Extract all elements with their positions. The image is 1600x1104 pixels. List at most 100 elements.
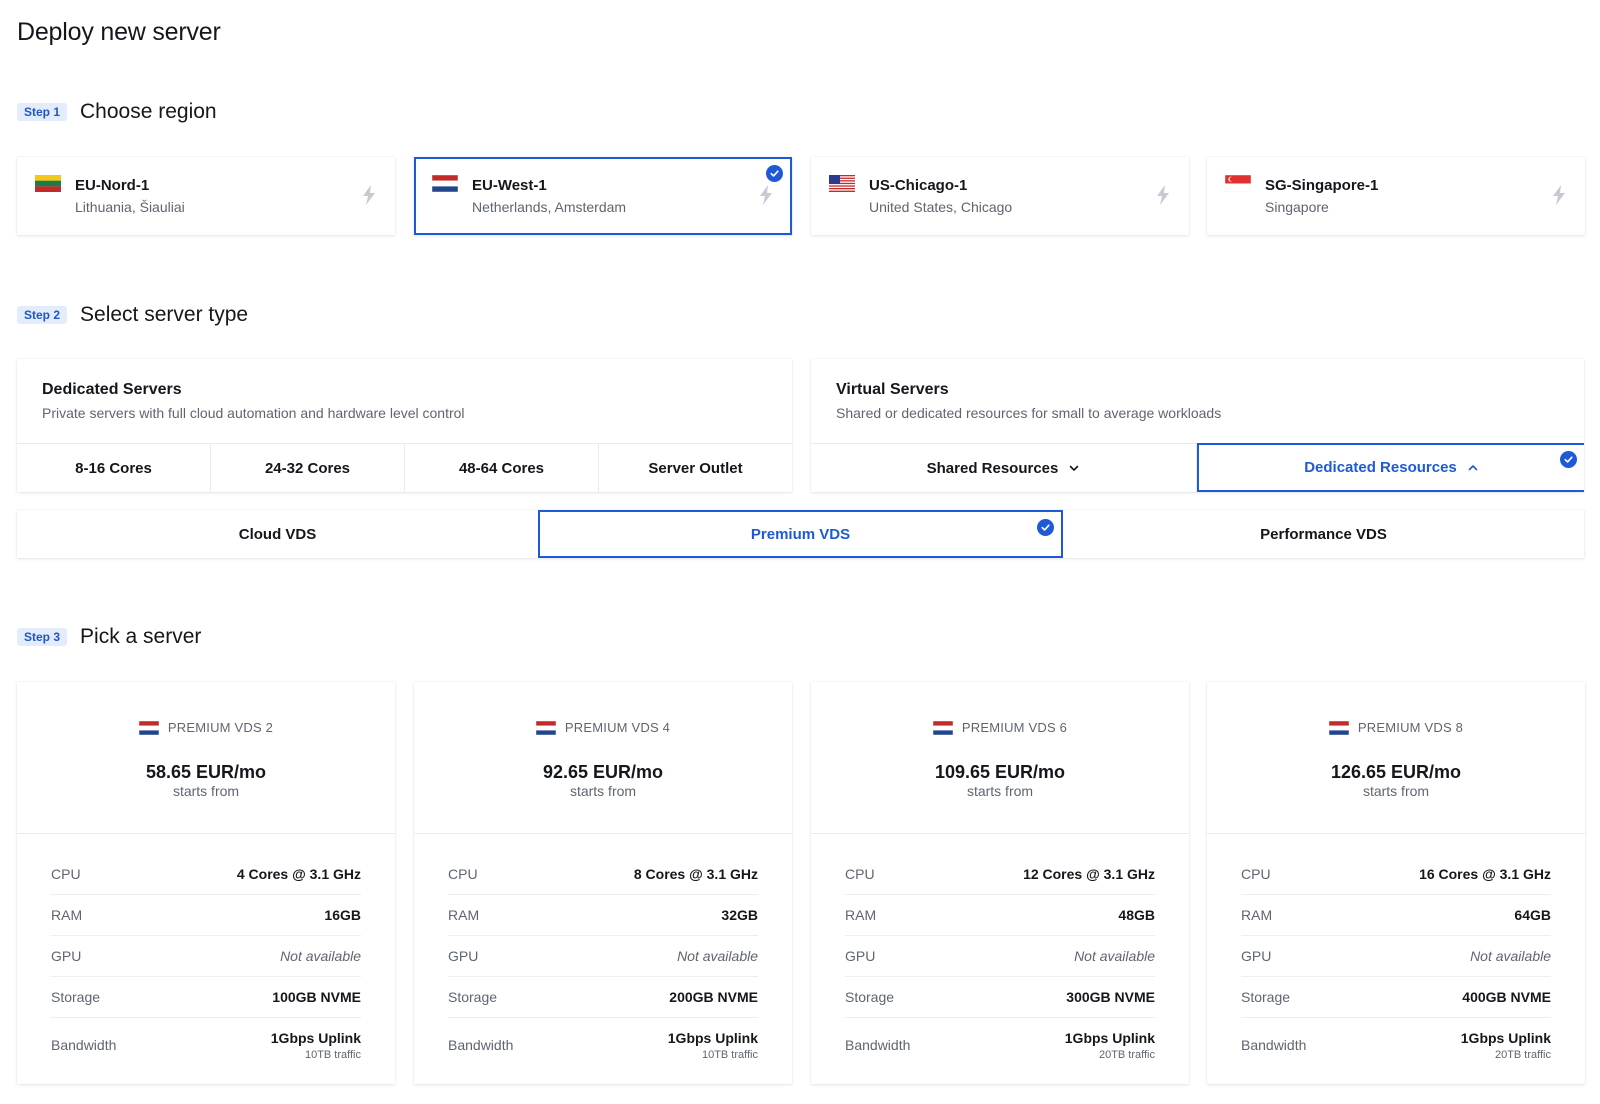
option-48-64-cores[interactable]: 48-64 Cores: [405, 444, 599, 492]
region-card-eu-nord-1[interactable]: EU-Nord-1 Lithuania, Šiauliai: [17, 157, 395, 235]
spec-value: Not available: [280, 948, 361, 964]
plan-price: 126.65 EUR/mo: [1330, 762, 1462, 782]
step-title: Select server type: [80, 303, 249, 326]
option-label: Shared Resources: [926, 459, 1059, 477]
spec-row-ram: RAM 16GB: [51, 895, 361, 936]
netherlands-flag-icon: [138, 720, 159, 735]
netherlands-flag-icon: [1328, 720, 1349, 735]
step-title: Pick a server: [80, 625, 202, 648]
region-card-eu-west-1[interactable]: EU-West-1 Netherlands, Amsterdam: [414, 157, 792, 235]
spec-list: CPU 12 Cores @ 3.1 GHz RAM 48GB GPU Not avail…: [845, 854, 1155, 1072]
plan-label-row: PREMIUM VDS 8: [1207, 720, 1585, 735]
usa-flag-icon: [829, 175, 855, 192]
region-name: US-Chicago-1: [869, 177, 968, 194]
lightning-icon: [363, 185, 375, 205]
region-card-sg-singapore-1[interactable]: SG-Singapore-1 Singapore: [1207, 157, 1585, 235]
server-card[interactable]: PREMIUM VDS 4 92.65 EUR/mo starts from CPU 8…: [414, 682, 792, 1084]
spec-row-storage: Storage 300GB NVME: [845, 977, 1155, 1018]
spec-value: 4 Cores @ 3.1 GHz: [236, 866, 361, 882]
spec-row-cpu: CPU 8 Cores @ 3.1 GHz: [448, 854, 758, 895]
spec-label: Storage: [845, 989, 895, 1005]
spec-label: CPU: [51, 866, 81, 882]
plan-label-row: PREMIUM VDS 6: [811, 720, 1189, 735]
panel-title: Dedicated Servers: [42, 381, 182, 398]
spec-value: 300GB NVME: [1066, 989, 1155, 1005]
spec-label: RAM: [51, 907, 83, 923]
page-title: Deploy new server: [17, 18, 221, 46]
spec-row-cpu: CPU 12 Cores @ 3.1 GHz: [845, 854, 1155, 895]
spec-value: 400GB NVME: [1462, 989, 1551, 1005]
option-performance-vds[interactable]: Performance VDS: [1063, 510, 1584, 558]
plan-price: 109.65 EUR/mo: [934, 762, 1066, 782]
singapore-flag-icon: [1225, 175, 1251, 192]
server-card[interactable]: PREMIUM VDS 6 109.65 EUR/mo starts from CPU…: [811, 682, 1189, 1084]
option-label: Premium VDS: [750, 525, 851, 543]
netherlands-flag-icon: [535, 720, 556, 735]
panel-title: Virtual Servers: [836, 381, 949, 398]
spec-row-gpu: GPU Not available: [1241, 936, 1551, 977]
spec-row-storage: Storage 100GB NVME: [51, 977, 361, 1018]
vds-type-selector: Cloud VDS Premium VDS Performance VDS: [17, 510, 1584, 558]
lightning-icon: [1553, 185, 1565, 205]
spec-label: Bandwidth: [845, 1037, 911, 1053]
option-label: Dedicated Resources: [1304, 459, 1457, 476]
option-dedicated-resources[interactable]: Dedicated Resources: [1197, 443, 1584, 492]
traffic-value: 20TB traffic: [1494, 1048, 1551, 1061]
region-name: EU-Nord-1: [75, 177, 150, 194]
spec-value: Not available: [1470, 948, 1551, 964]
option-8-16-cores[interactable]: 8-16 Cores: [17, 444, 211, 492]
plan-name: PREMIUM VDS 6: [961, 720, 1068, 735]
plan-price: 92.65 EUR/mo: [542, 762, 664, 782]
panel-description: Shared or dedicated resources for small …: [836, 405, 1222, 421]
option-24-32-cores[interactable]: 24-32 Cores: [211, 444, 405, 492]
region-location: United States, Chicago: [869, 199, 1013, 215]
server-card-header: PREMIUM VDS 6 109.65 EUR/mo starts from: [811, 682, 1189, 834]
server-card[interactable]: PREMIUM VDS 2 58.65 EUR/mo starts from CPU 4…: [17, 682, 395, 1084]
plan-label-row: PREMIUM VDS 2: [17, 720, 395, 735]
spec-row-bandwidth: Bandwidth 1Gbps Uplink 10TB traffic: [51, 1018, 361, 1072]
spec-label: CPU: [1241, 866, 1271, 882]
region-location: Netherlands, Amsterdam: [472, 199, 627, 215]
option-premium-vds[interactable]: Premium VDS: [538, 510, 1063, 558]
step-badge: Step 1: [17, 103, 68, 121]
netherlands-flag-icon: [432, 175, 458, 192]
spec-list: CPU 4 Cores @ 3.1 GHz RAM 16GB GPU Not availa…: [51, 854, 361, 1072]
region-location: Singapore: [1265, 199, 1329, 215]
region-card-us-chicago-1[interactable]: US-Chicago-1 United States, Chicago: [811, 157, 1189, 235]
spec-label: Storage: [51, 989, 101, 1005]
spec-row-storage: Storage 200GB NVME: [448, 977, 758, 1018]
chevron-down-icon: [1070, 465, 1079, 471]
plan-label-row: PREMIUM VDS 4: [414, 720, 792, 735]
option-server-outlet[interactable]: Server Outlet: [599, 444, 792, 492]
spec-value: 32GB: [721, 907, 758, 923]
lithuania-flag-icon: [35, 175, 61, 192]
spec-value: 200GB NVME: [669, 989, 758, 1005]
spec-label: RAM: [448, 907, 480, 923]
spec-value: Not available: [677, 948, 758, 964]
traffic-value: 10TB traffic: [304, 1048, 361, 1061]
option-cloud-vds[interactable]: Cloud VDS: [17, 510, 538, 558]
spec-label: GPU: [845, 948, 876, 964]
spec-label: CPU: [448, 866, 478, 882]
dedicated-options: 8-16 Cores 24-32 Cores 48-64 Cores Serve…: [17, 443, 792, 492]
region-location: Lithuania, Šiauliai: [75, 199, 185, 215]
chevron-up-icon: [1468, 464, 1478, 470]
spec-list: CPU 8 Cores @ 3.1 GHz RAM 32GB GPU Not availa…: [448, 854, 758, 1072]
server-card-header: PREMIUM VDS 2 58.65 EUR/mo starts from: [17, 682, 395, 834]
spec-row-gpu: GPU Not available: [845, 936, 1155, 977]
spec-value: 16 Cores @ 3.1 GHz: [1419, 866, 1551, 882]
spec-row-storage: Storage 400GB NVME: [1241, 977, 1551, 1018]
step-badge: Step 3: [17, 628, 68, 646]
price-note: starts from: [569, 783, 637, 799]
server-card-header: PREMIUM VDS 8 126.65 EUR/mo starts from: [1207, 682, 1585, 834]
option-shared-resources[interactable]: Shared Resources: [811, 444, 1197, 492]
spec-row-ram: RAM 64GB: [1241, 895, 1551, 936]
check-icon: [1037, 519, 1054, 536]
spec-value: 64GB: [1514, 907, 1551, 923]
spec-row-bandwidth: Bandwidth 1Gbps Uplink 20TB traffic: [1241, 1018, 1551, 1072]
virtual-servers-panel: Virtual Servers Shared or dedicated reso…: [811, 359, 1584, 492]
spec-row-gpu: GPU Not available: [51, 936, 361, 977]
spec-label: RAM: [845, 907, 877, 923]
server-card[interactable]: PREMIUM VDS 8 126.65 EUR/mo starts from CPU…: [1207, 682, 1585, 1084]
spec-value: Not available: [1074, 948, 1155, 964]
